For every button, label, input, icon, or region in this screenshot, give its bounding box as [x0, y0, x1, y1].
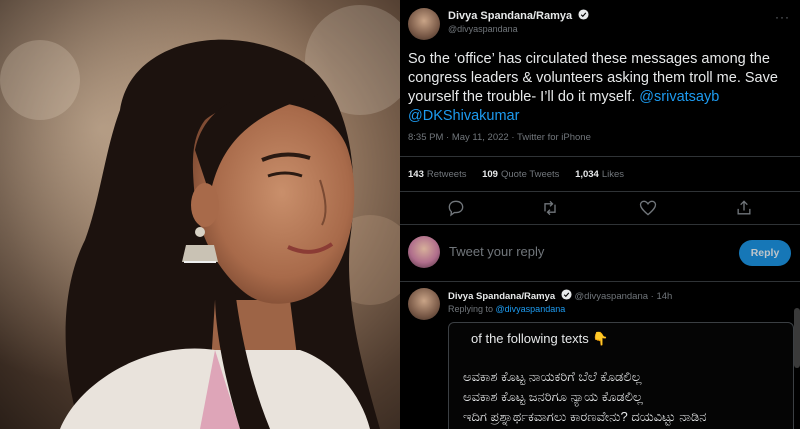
reply-button[interactable]: Reply — [739, 240, 791, 266]
verified-badge-icon — [561, 289, 572, 300]
author-name-row[interactable]: Divya Spandana/Ramya — [448, 9, 589, 22]
tweet-panel: Divya Spandana/Ramya @divyaspandana ··· … — [400, 0, 800, 429]
reply-author-handle[interactable]: @divyaspandana · 14h — [574, 291, 672, 302]
tweet-actions — [400, 196, 800, 220]
tweet-text: So the ‘office’ has circulated these mes… — [408, 50, 796, 126]
portrait-photo — [0, 0, 400, 429]
reply-author-avatar[interactable] — [408, 288, 440, 320]
reply-input[interactable]: Tweet your reply — [449, 244, 544, 259]
replying-to-link[interactable]: @divyaspandana — [496, 304, 566, 314]
current-user-avatar[interactable] — [408, 236, 440, 268]
verified-badge-icon — [578, 9, 589, 20]
tweet-body: So the ‘office’ has circulated these mes… — [408, 51, 778, 105]
mention-link[interactable]: @DKShivakumar — [408, 108, 519, 124]
embed-text-line: ಅವಕಾಶ ಕೊಟ್ಟ ನಾಯಕರಿಗೆ ಬೆಲೆ ಕೊಡಲಿಲ್ಲ — [463, 369, 642, 384]
retweets-stat[interactable]: 143 Retweets — [408, 169, 466, 180]
share-icon[interactable] — [734, 198, 754, 218]
author-handle[interactable]: @divyaspandana — [448, 24, 518, 34]
replying-prefix: Replying to — [448, 304, 496, 314]
reply-author-name[interactable]: Divya Spandana/Ramya — [448, 291, 555, 302]
portrait-illustration — [0, 0, 400, 429]
reply-icon[interactable] — [446, 198, 466, 218]
likes-stat[interactable]: 1,034 Likes — [575, 169, 624, 180]
retweet-icon[interactable] — [540, 198, 560, 218]
divider — [400, 191, 800, 192]
tweet-timestamp[interactable]: 8:35 PM · May 11, 2022 · Twitter for iPh… — [408, 132, 591, 143]
author-name[interactable]: Divya Spandana/Ramya — [448, 10, 572, 22]
mention-link[interactable]: @srivatsayb — [639, 89, 719, 105]
divider — [400, 281, 800, 282]
divider — [400, 156, 800, 157]
embed-text-line: ಇದಿಗ ಪ್ರಶ್ನಾರ್ಥಕವಾಗಲು ಕಾರಣವೇನು? ದಯವಿಟ್ಟು… — [463, 409, 707, 424]
embed-text-line: ಅವಕಾಶ ಕೊಟ್ಟ ಜನರಿಗೂ ನ್ಯಾಯ ಕೊಡಲಿಲ್ಲ — [463, 389, 643, 404]
divider — [400, 224, 800, 225]
more-options-icon[interactable]: ··· — [775, 10, 790, 24]
reply-composer: Tweet your reply Reply — [400, 228, 800, 278]
embedded-image[interactable]: of the following texts 👇 ಅವಕಾಶ ಕೊಟ್ಟ ನಾಯ… — [448, 322, 794, 429]
scrollbar[interactable] — [794, 308, 800, 368]
author-avatar[interactable] — [408, 8, 440, 40]
tweet-stats: 143 Retweets 109 Quote Tweets 1,034 Likes — [408, 169, 637, 180]
reply-author-row: Divya Spandana/Ramya @divyaspandana · 14… — [448, 289, 672, 302]
replying-to: Replying to @divyaspandana — [448, 304, 565, 314]
quote-tweets-stat[interactable]: 109 Quote Tweets — [482, 169, 559, 180]
embed-text-line: of the following texts 👇 — [471, 331, 609, 346]
thread-reply[interactable]: Divya Spandana/Ramya @divyaspandana · 14… — [400, 286, 800, 429]
like-icon[interactable] — [638, 198, 658, 218]
